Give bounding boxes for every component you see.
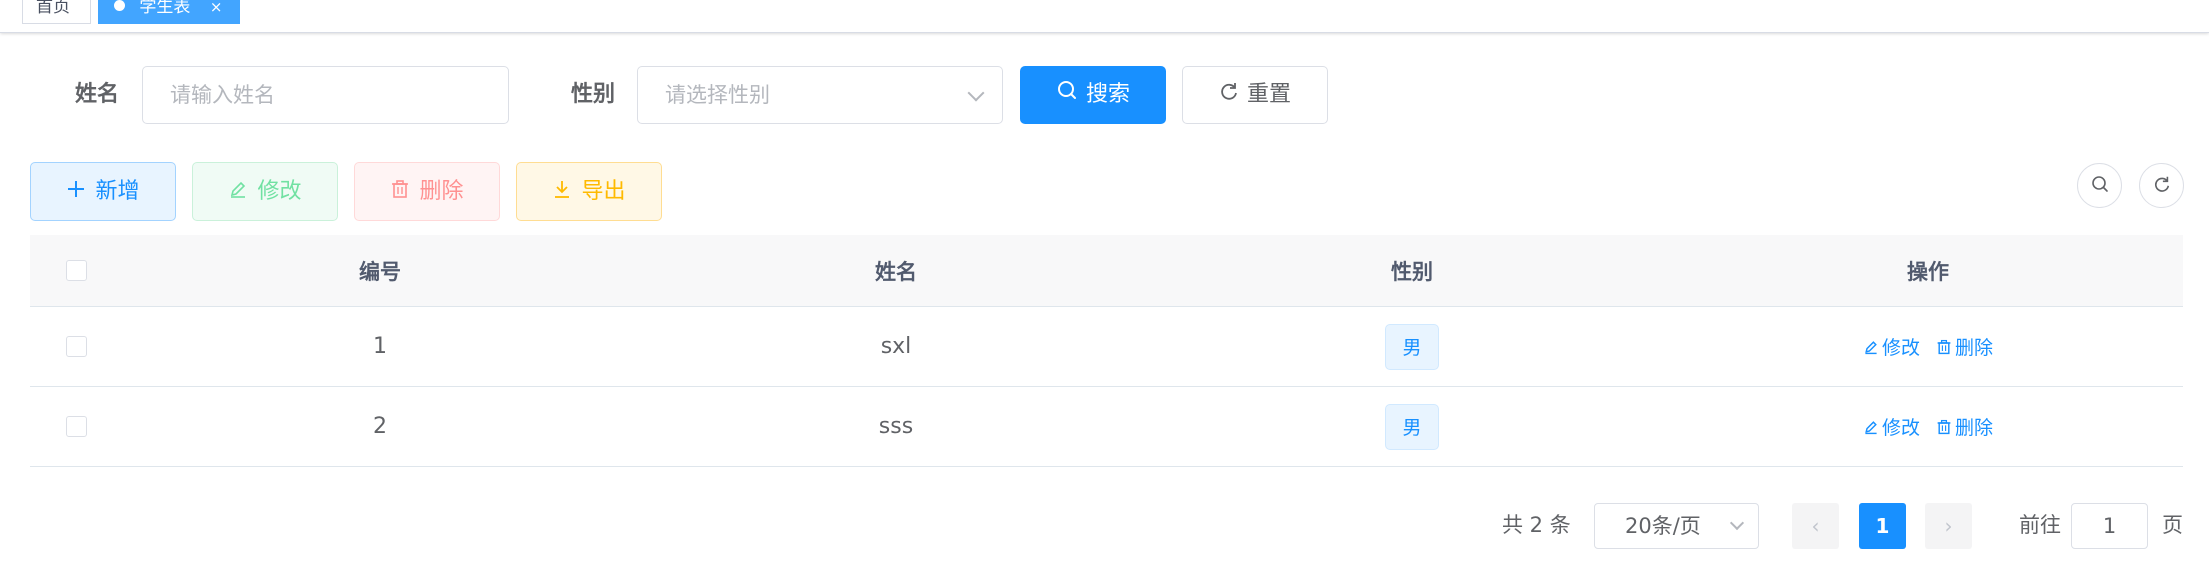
table-row: 2 sss 男 修改 删除 xyxy=(30,387,2183,467)
name-input-placeholder: 请输入姓名 xyxy=(170,83,275,107)
row-select-cell xyxy=(30,307,122,386)
column-header-actions: 操作 xyxy=(1907,259,1949,284)
prev-page-button[interactable]: ‹ xyxy=(1792,503,1839,549)
tags-view-bar: 首页 学生表 × xyxy=(0,0,2209,33)
edit-button-label: 修改 xyxy=(257,179,302,204)
add-button-label: 新增 xyxy=(95,179,140,204)
cell-name: sxl xyxy=(880,334,912,359)
select-all-checkbox[interactable] xyxy=(65,260,87,281)
page-size-select[interactable]: 20条/页 xyxy=(1594,503,1759,549)
tag-active-label: 学生表 xyxy=(139,0,191,17)
add-button[interactable]: 新增 xyxy=(30,162,176,221)
close-icon[interactable]: × xyxy=(210,0,223,25)
toggle-search-button[interactable] xyxy=(2077,163,2122,208)
edit-icon xyxy=(228,164,248,221)
chevron-down-icon xyxy=(967,84,985,102)
column-header-name: 姓名 xyxy=(875,259,917,284)
select-all-cell xyxy=(30,235,122,306)
sex-select-placeholder: 请选择性别 xyxy=(665,83,770,107)
row-checkbox[interactable] xyxy=(65,336,87,357)
export-button[interactable]: 导出 xyxy=(516,162,662,221)
goto-page-input[interactable]: 1 xyxy=(2071,503,2148,549)
pagination-total: 共 2 条 xyxy=(1502,513,1571,537)
reset-button[interactable]: 重置 xyxy=(1182,66,1328,124)
delete-button-label: 删除 xyxy=(419,179,464,204)
sex-tag: 男 xyxy=(1385,323,1439,370)
tag-student-table[interactable]: 学生表 × xyxy=(98,0,240,24)
cell-sex: 男 xyxy=(1154,387,1670,466)
reset-button-label: 重置 xyxy=(1246,82,1291,107)
column-header-sex: 性别 xyxy=(1391,259,1433,284)
refresh-icon xyxy=(1219,67,1239,123)
column-header-id: 编号 xyxy=(359,259,401,284)
tag-home[interactable]: 首页 xyxy=(22,0,91,24)
refresh-table-button[interactable] xyxy=(2139,163,2184,208)
page-number-current[interactable]: 1 xyxy=(1859,503,1906,549)
cell-id: 1 xyxy=(373,334,387,359)
row-select-cell xyxy=(30,387,122,466)
name-label: 姓名 xyxy=(75,82,120,107)
chevron-left-icon: ‹ xyxy=(1811,514,1820,538)
cell-id: 2 xyxy=(373,414,387,439)
delete-button[interactable]: 删除 xyxy=(354,162,500,221)
trash-icon xyxy=(390,164,410,221)
row-delete-label: 删除 xyxy=(1955,417,1994,439)
table-row: 1 sxl 男 修改 删除 xyxy=(30,307,2183,387)
search-button-label: 搜索 xyxy=(1085,82,1130,107)
chevron-right-icon: › xyxy=(1944,514,1953,538)
edit-icon xyxy=(1865,420,1877,434)
row-edit-link[interactable]: 修改 xyxy=(1863,333,1920,360)
sex-select[interactable]: 请选择性别 xyxy=(637,66,1003,124)
edit-button[interactable]: 修改 xyxy=(192,162,338,221)
cell-sex: 男 xyxy=(1154,307,1670,386)
search-icon xyxy=(2090,174,2110,198)
plus-icon xyxy=(66,164,86,221)
row-delete-label: 删除 xyxy=(1955,337,1994,359)
goto-label: 前往 xyxy=(2019,513,2061,537)
download-icon xyxy=(552,164,572,221)
sex-label: 性别 xyxy=(571,82,616,107)
refresh-icon xyxy=(2153,175,2171,197)
row-delete-link[interactable]: 删除 xyxy=(1936,413,1993,440)
row-edit-label: 修改 xyxy=(1881,337,1920,359)
name-input[interactable]: 请输入姓名 xyxy=(142,66,509,124)
row-checkbox[interactable] xyxy=(65,416,87,437)
row-edit-link[interactable]: 修改 xyxy=(1863,413,1920,440)
search-button[interactable]: 搜索 xyxy=(1020,66,1166,124)
cell-name: sss xyxy=(878,414,914,439)
row-edit-label: 修改 xyxy=(1881,417,1920,439)
table-header: 编号 姓名 性别 操作 xyxy=(30,235,2183,307)
next-page-button[interactable]: › xyxy=(1925,503,1972,549)
chevron-down-icon xyxy=(1729,515,1745,531)
search-icon xyxy=(1056,67,1078,123)
row-delete-link[interactable]: 删除 xyxy=(1936,333,1993,360)
active-dot-icon xyxy=(114,0,125,11)
cell-actions: 修改 删除 xyxy=(1670,387,2186,466)
page-suffix-label: 页 xyxy=(2162,513,2183,537)
cell-actions: 修改 删除 xyxy=(1670,307,2186,386)
tag-home-label: 首页 xyxy=(36,0,70,17)
trash-icon xyxy=(1937,419,1951,434)
export-button-label: 导出 xyxy=(581,179,626,204)
page-size-value: 20条/页 xyxy=(1625,514,1701,538)
edit-icon xyxy=(1865,340,1877,354)
trash-icon xyxy=(1937,339,1951,354)
sex-tag: 男 xyxy=(1385,403,1439,450)
